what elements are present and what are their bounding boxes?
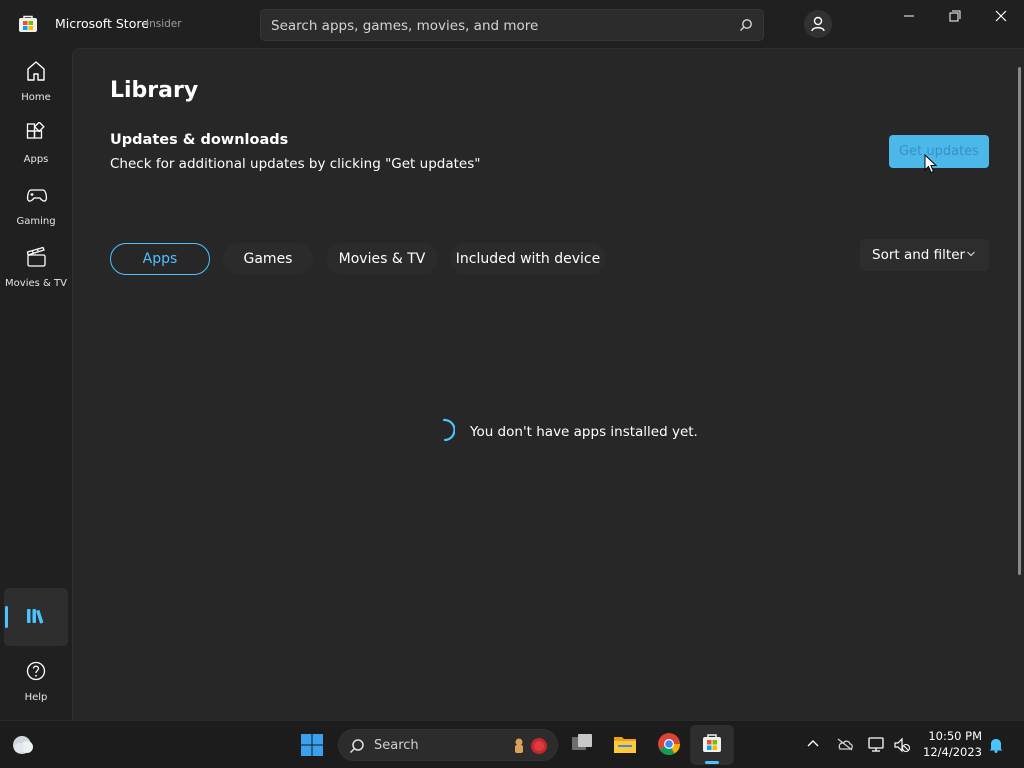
empty-state-message: You don't have apps installed yet. <box>470 424 698 440</box>
network-icon[interactable] <box>866 737 886 753</box>
search-placeholder: Search apps, games, movies, and more <box>271 18 539 34</box>
restore-icon[interactable] <box>943 6 967 26</box>
title-bar: Microsoft Store Insider Search apps, gam… <box>0 0 1024 48</box>
insider-badge: Insider <box>146 18 182 30</box>
account-icon <box>811 16 825 32</box>
taskbar: Search 10:50 PM 12/4/2023 <box>0 720 1024 768</box>
nav-item-movies-tv[interactable]: Movies & TV <box>4 240 68 298</box>
nav-item-help[interactable]: Help <box>4 654 68 712</box>
search-input[interactable]: Search apps, games, movies, and more <box>260 9 764 41</box>
taskbar-search-box[interactable]: Search <box>338 729 558 761</box>
home-icon <box>27 61 45 81</box>
apps-icon <box>26 122 45 139</box>
account-button[interactable] <box>804 10 832 38</box>
page-title: Library <box>110 78 199 103</box>
selected-indicator <box>5 606 8 628</box>
nav-label-apps: Apps <box>23 154 49 165</box>
show-hidden-icons-chevron[interactable] <box>806 737 820 751</box>
tab-included-with-device[interactable]: Included with device <box>450 243 606 275</box>
get-updates-button[interactable]: Get updates <box>889 135 989 168</box>
left-navigation: Home Apps Gaming Movies & TV Help <box>0 48 72 720</box>
notification-bell-icon[interactable] <box>988 737 1004 753</box>
nav-item-gaming[interactable]: Gaming <box>4 178 68 236</box>
sort-and-filter-button[interactable]: Sort and filter <box>860 239 989 271</box>
updates-heading: Updates & downloads <box>110 132 289 148</box>
chevron-down-icon <box>967 251 975 257</box>
taskbar-store-button[interactable] <box>690 725 734 765</box>
clapperboard-icon <box>26 246 46 267</box>
nav-label-movies-tv: Movies & TV <box>5 278 67 289</box>
weather-widget-icon[interactable] <box>11 734 35 756</box>
minimize-icon[interactable] <box>897 6 921 26</box>
nav-label-home: Home <box>21 92 51 103</box>
chrome-icon[interactable] <box>656 731 682 757</box>
running-app-indicator <box>705 761 719 764</box>
search-highlight-icon <box>515 738 547 754</box>
task-view-icon[interactable] <box>569 731 595 757</box>
store-logo-icon <box>19 15 37 32</box>
nav-item-apps[interactable]: Apps <box>4 116 68 174</box>
nav-label-gaming: Gaming <box>16 216 56 227</box>
sort-and-filter-label: Sort and filter <box>872 247 966 263</box>
vertical-scrollbar[interactable] <box>1018 67 1021 575</box>
tab-apps[interactable]: Apps <box>110 243 210 275</box>
updates-description: Check for additional updates by clicking… <box>110 156 481 172</box>
tab-movies-tv[interactable]: Movies & TV <box>326 243 438 275</box>
nav-item-home[interactable]: Home <box>4 54 68 112</box>
nav-item-library[interactable] <box>4 588 68 646</box>
search-icon[interactable] <box>739 18 753 32</box>
microsoft-store-icon <box>703 734 721 752</box>
search-icon <box>349 739 364 754</box>
library-page: Library Updates & downloads Check for ad… <box>72 48 1024 720</box>
close-icon[interactable] <box>989 6 1013 26</box>
taskbar-search-label: Search <box>374 738 419 753</box>
mouse-cursor-icon <box>924 154 937 174</box>
windows-start-icon[interactable] <box>300 733 324 757</box>
gamepad-icon <box>26 189 48 202</box>
app-title: Microsoft Store <box>55 16 149 31</box>
loading-spinner-icon <box>442 418 455 442</box>
library-icon <box>27 609 44 624</box>
file-explorer-icon[interactable] <box>612 731 638 757</box>
nav-label-help: Help <box>24 692 48 703</box>
tab-games[interactable]: Games <box>223 243 313 275</box>
clock-time[interactable]: 10:50 PM <box>900 729 982 743</box>
onedrive-icon[interactable] <box>836 737 854 751</box>
help-icon <box>26 661 46 681</box>
clock-date[interactable]: 12/4/2023 <box>900 745 982 759</box>
